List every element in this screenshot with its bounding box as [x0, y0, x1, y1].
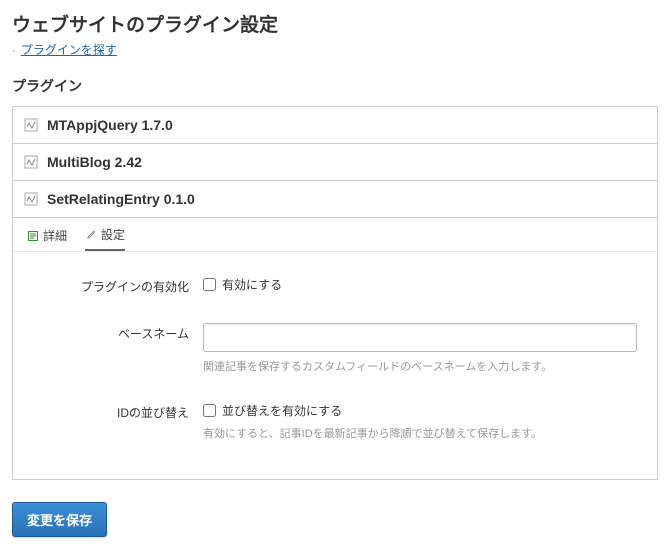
plugin-row[interactable]: MultiBlog 2.42 [12, 144, 658, 181]
form-area: プラグインの有効化 有効にする ベースネーム 関連記事を保存するカスタムフィール… [13, 252, 657, 479]
search-link-row: ◦ プラグインを探す [12, 41, 658, 58]
form-label-basename: ベースネーム [33, 323, 203, 342]
reorder-help: 有効にすると、記事IDを最新記事から降順で並び替えて保存します。 [203, 425, 637, 441]
plugin-row[interactable]: SetRelatingEntry 0.1.0 [12, 181, 658, 218]
tabs: 詳細 設定 [13, 218, 657, 252]
form-label-reorder: IDの並び替え [33, 402, 203, 421]
plugin-name: SetRelatingEntry 0.1.0 [47, 191, 195, 207]
enable-checkbox-text: 有効にする [222, 276, 282, 293]
form-label-enable: プラグインの有効化 [33, 276, 203, 295]
page-title: ウェブサイトのプラグイン設定 [12, 10, 658, 37]
reorder-checkbox-text: 並び替えを有効にする [222, 402, 342, 419]
plugin-icon [23, 154, 39, 170]
plugin-icon [23, 117, 39, 133]
detail-icon [27, 230, 39, 242]
form-row-enable: プラグインの有効化 有効にする [33, 276, 637, 295]
save-button[interactable]: 変更を保存 [12, 502, 107, 537]
plugin-icon [23, 191, 39, 207]
basename-input[interactable] [203, 323, 637, 352]
plugin-list: MTAppjQuery 1.7.0 MultiBlog 2.42 SetRela… [12, 106, 658, 480]
bullet-icon: ◦ [12, 46, 16, 57]
plugin-name: MultiBlog 2.42 [47, 154, 142, 170]
settings-icon [85, 229, 97, 241]
actions: 変更を保存 [12, 502, 658, 537]
reorder-checkbox-label[interactable]: 並び替えを有効にする [203, 402, 637, 419]
basename-help: 関連記事を保存するカスタムフィールドのベースネームを入力します。 [203, 358, 637, 374]
enable-checkbox[interactable] [203, 278, 216, 291]
search-plugins-link[interactable]: プラグインを探す [21, 43, 117, 57]
enable-checkbox-label[interactable]: 有効にする [203, 276, 637, 293]
tab-settings[interactable]: 設定 [85, 226, 125, 251]
plugin-row[interactable]: MTAppjQuery 1.7.0 [12, 107, 658, 144]
tab-label: 詳細 [43, 227, 67, 244]
plugin-panel: 詳細 設定 プラグインの有効化 有効にする ベースネー [12, 218, 658, 480]
tab-detail[interactable]: 詳細 [27, 226, 67, 251]
form-row-basename: ベースネーム 関連記事を保存するカスタムフィールドのベースネームを入力します。 [33, 323, 637, 374]
tab-label: 設定 [101, 226, 125, 243]
form-row-reorder: IDの並び替え 並び替えを有効にする 有効にすると、記事IDを最新記事から降順で… [33, 402, 637, 441]
plugin-name: MTAppjQuery 1.7.0 [47, 117, 173, 133]
reorder-checkbox[interactable] [203, 404, 216, 417]
section-title-plugins: プラグイン [12, 76, 658, 96]
